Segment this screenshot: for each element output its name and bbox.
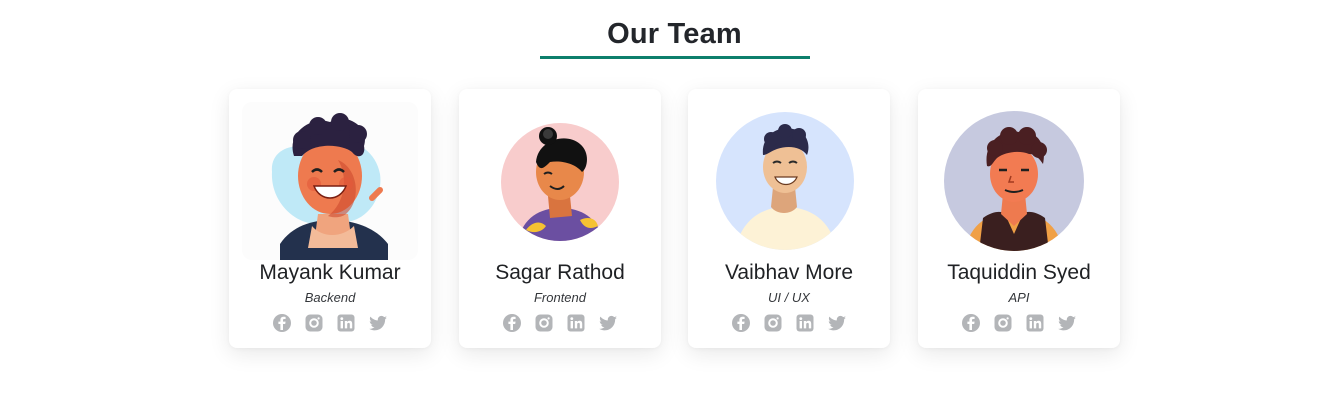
twitter-icon[interactable] (827, 313, 847, 333)
linkedin-icon[interactable] (795, 313, 815, 333)
twitter-icon[interactable] (1057, 313, 1077, 333)
title-underline (540, 56, 810, 59)
member-name: Mayank Kumar (259, 261, 401, 284)
social-links (918, 313, 1120, 333)
instagram-icon[interactable] (534, 313, 554, 333)
team-card: Taquiddin Syed API (918, 89, 1120, 348)
twitter-icon[interactable] (368, 313, 388, 333)
instagram-icon[interactable] (993, 313, 1013, 333)
avatar-image (501, 123, 619, 241)
avatar (688, 89, 890, 259)
instagram-icon[interactable] (304, 313, 324, 333)
member-role: API (1008, 290, 1030, 305)
avatar (229, 89, 431, 260)
member-name: Vaibhav More (724, 261, 853, 284)
avatar (918, 89, 1120, 259)
member-name: Taquiddin Syed (947, 261, 1091, 284)
social-links (688, 313, 890, 333)
member-name: Sagar Rathod (495, 261, 625, 284)
avatar-image (242, 102, 418, 260)
avatar-image (716, 112, 854, 250)
avatar (459, 89, 661, 259)
member-role: UI / UX (768, 290, 810, 305)
facebook-icon[interactable] (961, 313, 981, 333)
team-card: Vaibhav More UI / UX (688, 89, 890, 348)
member-role: Frontend (533, 290, 587, 305)
member-role: Backend (304, 290, 356, 305)
linkedin-icon[interactable] (566, 313, 586, 333)
linkedin-icon[interactable] (1025, 313, 1045, 333)
linkedin-icon[interactable] (336, 313, 356, 333)
section-title: Our Team (607, 18, 742, 50)
facebook-icon[interactable] (731, 313, 751, 333)
facebook-icon[interactable] (272, 313, 292, 333)
instagram-icon[interactable] (763, 313, 783, 333)
avatar-image (944, 111, 1084, 251)
team-card: Sagar Rathod Frontend (459, 89, 661, 348)
team-card: Mayank Kumar Backend (229, 89, 431, 348)
twitter-icon[interactable] (598, 313, 618, 333)
team-section: Our Team Mayank Kumar Backend Sagar Rath… (0, 0, 1343, 410)
facebook-icon[interactable] (502, 313, 522, 333)
social-links (229, 313, 431, 333)
social-links (459, 313, 661, 333)
